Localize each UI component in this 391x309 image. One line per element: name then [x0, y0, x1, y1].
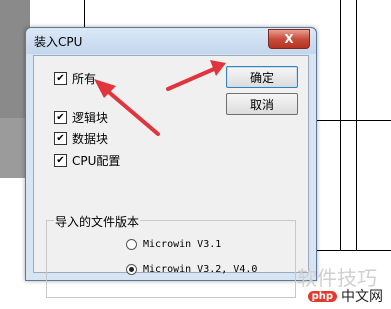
site-logo-text: 中文网	[341, 289, 383, 305]
site-logo: php 中文网	[307, 286, 383, 306]
arrow-to-ok-button	[166, 60, 226, 91]
php-logo-icon: php	[307, 290, 337, 302]
arrow-to-all-checkbox	[94, 79, 160, 136]
